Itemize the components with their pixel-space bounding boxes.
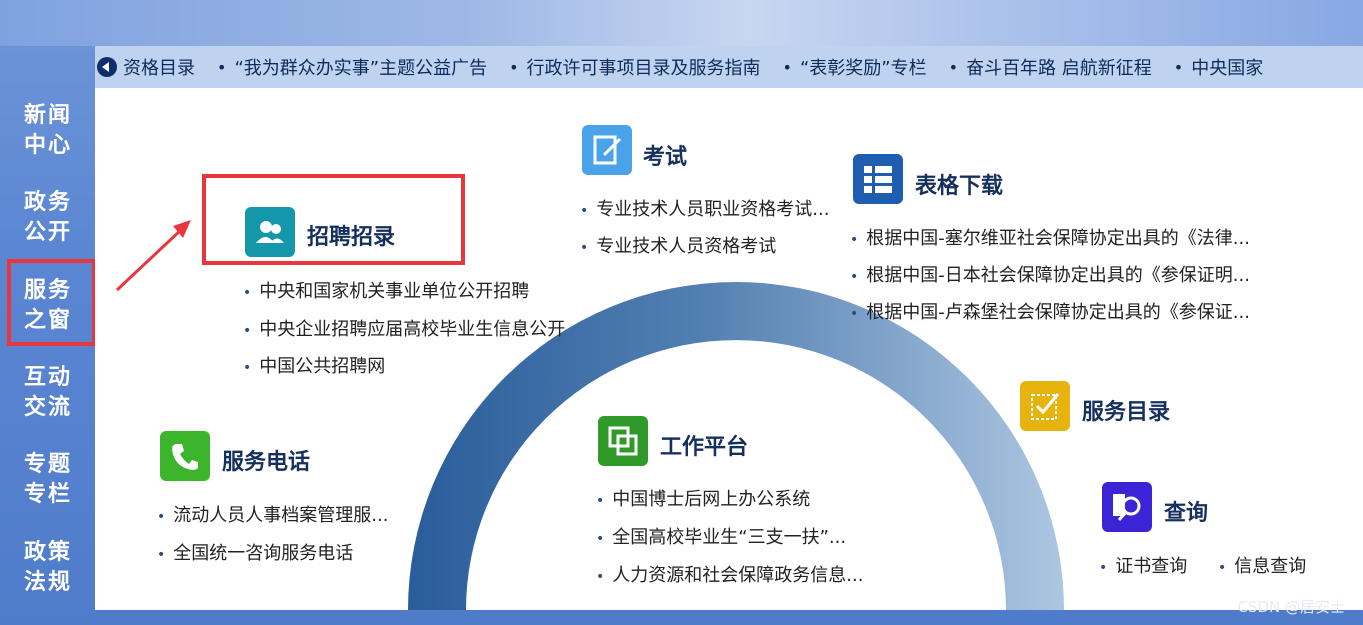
forms-link[interactable]: • 根据中国-日本社会保障协定出具的《参保证明... [850, 261, 1250, 287]
workspace-title[interactable]: 工作平台 [660, 429, 748, 461]
forms-link[interactable]: • 根据中国-塞尔维亚社会保障协定出具的《法律... [850, 224, 1250, 250]
sidebar-item-news[interactable]: 新闻 中心 [24, 101, 76, 161]
form-grid-icon[interactable] [853, 154, 903, 204]
hotline-title[interactable]: 服务电话 [222, 444, 310, 476]
edit-document-icon[interactable] [582, 125, 632, 175]
ticker-item[interactable]: 资格目录 [123, 54, 195, 80]
sidebar-item-interaction[interactable]: 互动 交流 [24, 363, 76, 423]
ticker-item[interactable]: • 奋斗百年路 启航新征程 [949, 54, 1152, 80]
news-ticker: 资格目录 • “我为群众办实事”主题公益广告 • 行政许可事项目录及服务指南 • “表… [95, 46, 1363, 88]
exam-title[interactable]: 考试 [643, 139, 687, 171]
exam-link[interactable]: • 专业技术人员职业资格考试... [580, 195, 829, 221]
forms-link[interactable]: • 根据中国-卢森堡社会保障协定出具的《参保证... [850, 298, 1250, 324]
windows-icon[interactable] [598, 416, 648, 466]
query-link-info[interactable]: • 信息查询 [1218, 552, 1306, 578]
recruit-link[interactable]: • 中央企业招聘应届高校毕业生信息公开 [243, 315, 565, 341]
forms-title[interactable]: 表格下载 [915, 168, 1003, 200]
workspace-link[interactable]: • 人力资源和社会保障政务信息... [596, 561, 863, 587]
csdn-watermark: CSDN @居安士 [1237, 598, 1345, 616]
play-back-icon[interactable] [97, 57, 117, 77]
people-icon[interactable] [245, 207, 295, 257]
recruit-link[interactable]: • 中央和国家机关事业单位公开招聘 [243, 277, 529, 303]
workspace-link[interactable]: • 中国博士后网上办公系统 [596, 485, 810, 511]
sidebar-nav: 新闻 中心 政务 公开 服务 之窗 互动 交流 专题 专栏 政策 法规 [0, 88, 95, 625]
workspace-link[interactable]: • 全国高校毕业生“三支一扶”... [596, 523, 846, 549]
query-title[interactable]: 查询 [1164, 495, 1208, 527]
hotline-link[interactable]: • 流动人员人事档案管理服... [157, 501, 388, 527]
sidebar-item-topics[interactable]: 专题 专栏 [24, 450, 76, 510]
sidebar-highlight-box [7, 259, 96, 346]
phone-icon[interactable] [160, 431, 210, 481]
pointer-arrow-icon [115, 220, 191, 292]
header-banner [0, 0, 1363, 46]
ticker-item[interactable]: • “我为群众办实事”主题公益广告 [217, 54, 487, 80]
service-window-panel: 招聘招录 • 中央和国家机关事业单位公开招聘 • 中央企业招聘应届高校毕业生信息公开… [95, 88, 1363, 610]
ticker-item[interactable]: • “表彰奖励”专栏 [783, 54, 927, 80]
sidebar-item-government[interactable]: 政务 公开 [24, 188, 76, 248]
exam-link[interactable]: • 专业技术人员资格考试 [580, 232, 776, 258]
checklist-icon[interactable] [1020, 381, 1070, 431]
ticker-item[interactable]: • 中央国家 [1174, 54, 1263, 80]
search-icon[interactable] [1102, 482, 1152, 532]
ticker-item[interactable]: • 行政许可事项目录及服务指南 [509, 54, 760, 80]
recruit-link[interactable]: • 中国公共招聘网 [243, 352, 385, 378]
hotline-link[interactable]: • 全国统一咨询服务电话 [157, 539, 353, 565]
catalog-title[interactable]: 服务目录 [1082, 394, 1170, 426]
sidebar-item-policy[interactable]: 政策 法规 [24, 538, 76, 598]
query-link-certificate[interactable]: • 证书查询 [1099, 552, 1187, 578]
recruit-title[interactable]: 招聘招录 [307, 219, 395, 251]
